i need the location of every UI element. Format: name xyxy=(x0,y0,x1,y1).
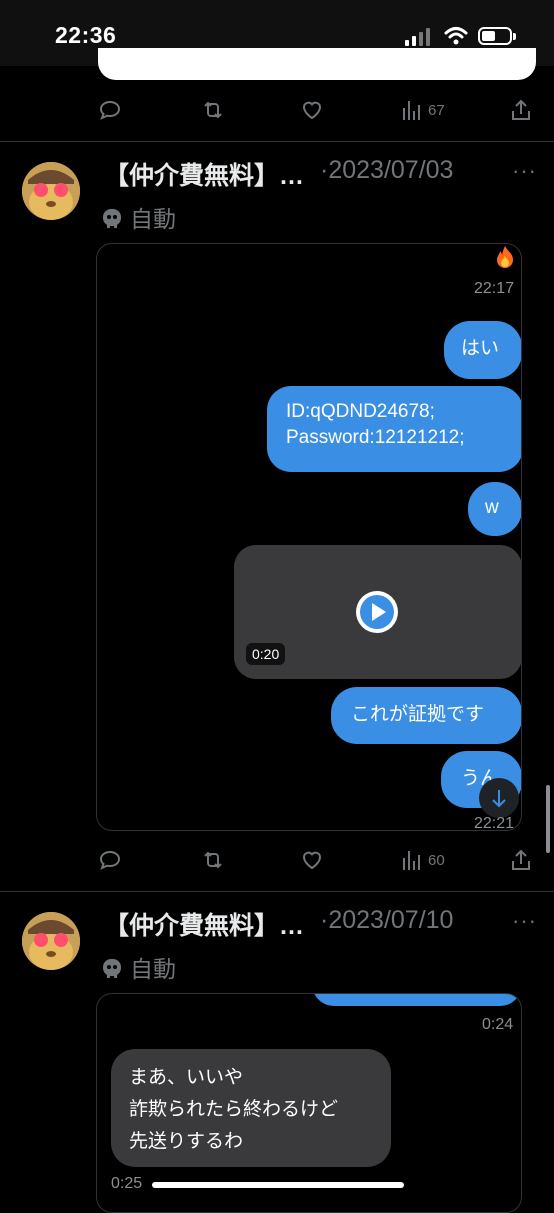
video-duration: 0:20 xyxy=(246,643,286,665)
home-indicator[interactable] xyxy=(152,1182,404,1188)
scrollbar[interactable] xyxy=(546,785,550,853)
previous-post-media[interactable] xyxy=(98,48,536,80)
heart-icon[interactable] xyxy=(300,95,324,125)
repost-icon[interactable] xyxy=(200,95,226,125)
more-options-icon[interactable]: ··· xyxy=(512,158,537,184)
battery-icon xyxy=(478,27,516,45)
status-time: 22:36 xyxy=(55,22,117,48)
previous-post-actions: 67 xyxy=(96,95,536,125)
chat-bubble: はい xyxy=(444,321,521,379)
wifi-icon xyxy=(444,27,468,45)
more-options-icon[interactable]: ··· xyxy=(512,908,537,934)
message-timestamp: 0:25 xyxy=(111,1175,143,1192)
divider xyxy=(0,891,554,892)
video-message[interactable]: 0:20 xyxy=(234,545,521,679)
divider xyxy=(0,141,554,142)
play-icon[interactable] xyxy=(354,589,400,635)
avatar[interactable] xyxy=(22,162,80,220)
chat-bubble: ID:qQDND24678; Password:12121212; xyxy=(267,386,521,472)
automated-label: 自動 xyxy=(100,950,176,984)
views-button[interactable]: 60 xyxy=(402,845,445,875)
avatar[interactable] xyxy=(22,912,80,970)
views-button[interactable]: 67 xyxy=(402,95,445,125)
share-icon[interactable] xyxy=(510,845,532,875)
repost-icon[interactable] xyxy=(200,845,226,875)
scroll-to-bottom-button[interactable] xyxy=(479,778,519,818)
cellular-signal-icon xyxy=(405,28,435,46)
automated-label: 自動 xyxy=(100,200,176,234)
arrow-down-icon xyxy=(492,790,506,808)
post-date: ·2023/07/10 xyxy=(320,906,454,934)
views-icon xyxy=(403,101,420,120)
post-author-name[interactable]: 【仲介費無料】… xyxy=(104,906,304,942)
reply-icon[interactable] xyxy=(98,845,122,875)
post-author-name[interactable]: 【仲介費無料】… xyxy=(104,156,304,192)
message-timestamp: 22:21 xyxy=(474,815,515,831)
post-actions: 60 xyxy=(96,845,536,875)
heart-icon[interactable] xyxy=(300,845,324,875)
bot-icon xyxy=(103,209,121,228)
reply-icon[interactable] xyxy=(98,95,122,125)
chat-bubble xyxy=(312,994,521,1006)
views-count: 67 xyxy=(428,101,445,119)
post-date: ·2023/07/03 xyxy=(320,156,454,184)
post-media-screenshot[interactable]: 0:24 まあ、いいや 詐欺られたら終わるけど 先送りするわ 0:25 xyxy=(96,993,522,1213)
chat-bubble: これが証拠です xyxy=(331,687,521,744)
message-timestamp: 22:17 xyxy=(474,280,515,297)
share-icon[interactable] xyxy=(510,95,532,125)
bot-icon xyxy=(103,959,121,978)
message-timestamp: 0:24 xyxy=(482,1016,514,1033)
views-icon xyxy=(403,851,420,870)
views-count: 60 xyxy=(428,851,445,869)
received-chat-bubble: まあ、いいや 詐欺られたら終わるけど 先送りするわ xyxy=(111,1049,391,1167)
chat-bubble: w xyxy=(468,482,521,536)
post-media-screenshot[interactable]: 22:17 はい ID:qQDND24678; Password:1212121… xyxy=(96,243,522,831)
fire-icon xyxy=(497,246,513,268)
